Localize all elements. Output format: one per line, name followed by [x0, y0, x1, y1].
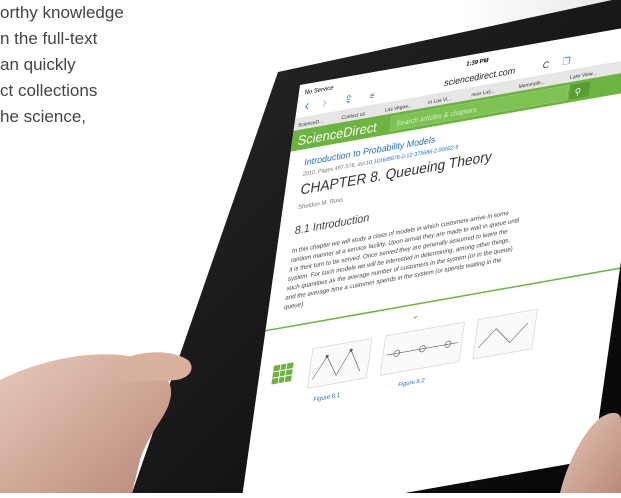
bookmarks-icon[interactable]: ❐	[562, 56, 571, 68]
tablet-photo: No Service 1:39 PM ‹ › ⇪ ≡ sciencedirect…	[0, 0, 621, 498]
tablet-illustration: No Service 1:39 PM ‹ › ⇪ ≡ sciencedirect…	[0, 0, 621, 498]
